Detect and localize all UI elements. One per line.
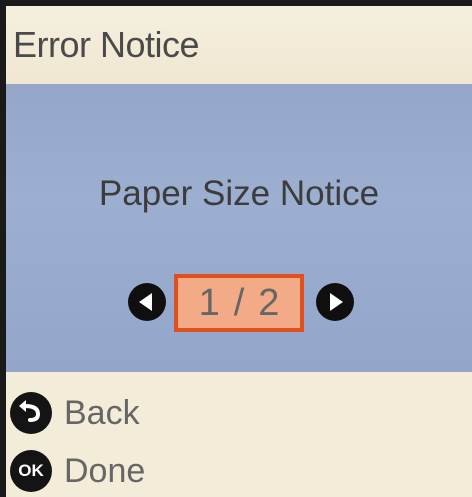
back-button[interactable]: Back <box>10 392 140 434</box>
triangle-right-icon[interactable] <box>316 283 354 321</box>
page-title: Error Notice <box>13 24 200 65</box>
current-page: 1 <box>198 281 220 324</box>
ok-button-icon: OK <box>10 450 52 492</box>
total-pages: 2 <box>258 281 280 324</box>
done-label: Done <box>64 451 146 490</box>
page-indicator: 1 / 2 <box>174 274 304 332</box>
page-separator: / <box>233 281 245 324</box>
footer-actions: Back OK Done <box>6 372 472 497</box>
notice-panel: Paper Size Notice 1 / 2 <box>6 84 472 372</box>
printer-screen: Error Notice Paper Size Notice 1 / 2 Bac… <box>6 6 472 497</box>
triangle-left-icon[interactable] <box>128 283 166 321</box>
done-button[interactable]: OK Done <box>10 450 145 492</box>
back-arrow-icon <box>10 392 52 434</box>
notice-title: Paper Size Notice <box>98 174 380 213</box>
back-label: Back <box>64 393 140 432</box>
header-bar: Error Notice <box>6 6 472 84</box>
page-navigator: 1 / 2 <box>6 274 472 332</box>
